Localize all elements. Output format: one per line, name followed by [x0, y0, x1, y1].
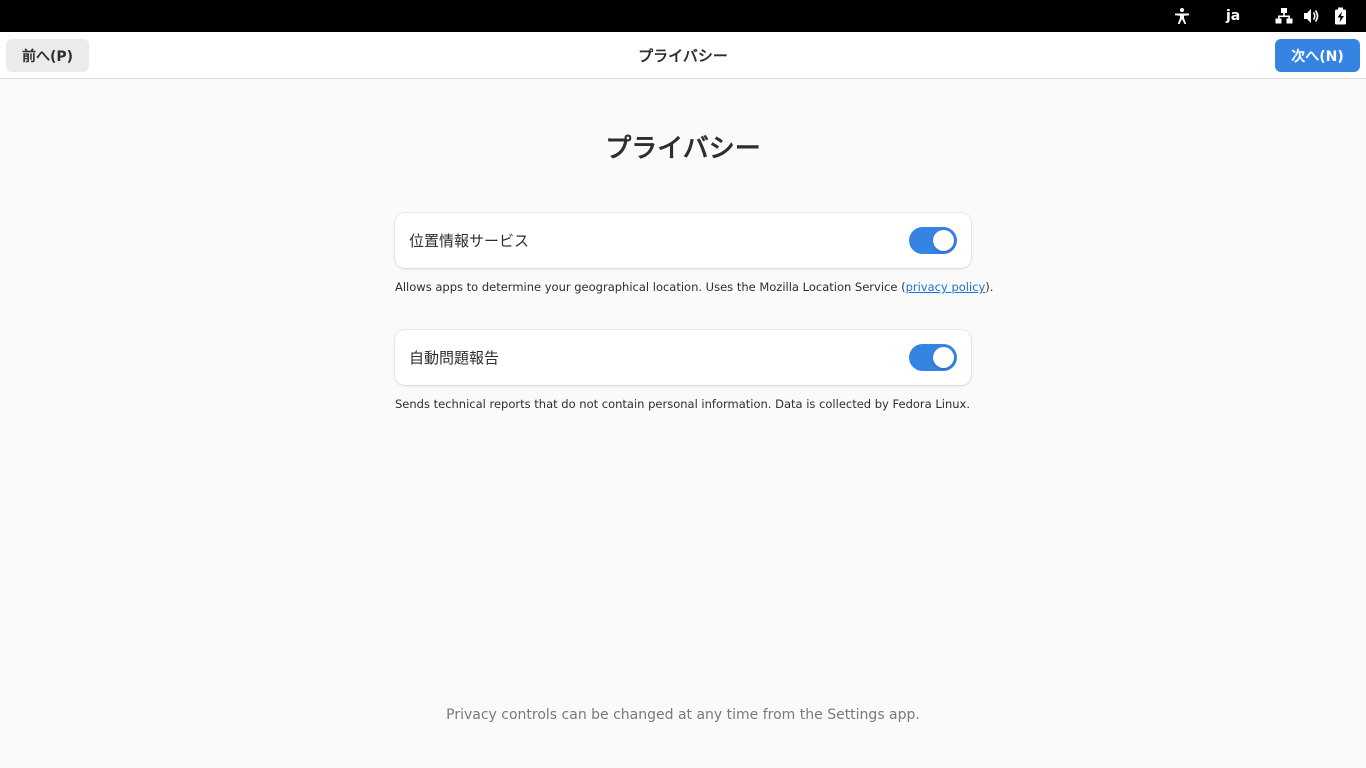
problem-reporting-toggle[interactable]	[909, 344, 957, 371]
accessibility-icon[interactable]	[1173, 0, 1191, 32]
toggle-knob	[933, 347, 954, 368]
battery-charging-icon[interactable]	[1333, 0, 1349, 32]
location-services-row: 位置情報サービス	[395, 213, 971, 268]
header-bar: 前へ(P) プライバシー 次へ(N)	[0, 32, 1366, 79]
previous-button[interactable]: 前へ(P)	[6, 39, 89, 72]
system-top-bar: ja	[0, 0, 1366, 32]
privacy-policy-link[interactable]: privacy policy	[906, 280, 986, 294]
speaker-volume-icon[interactable]	[1303, 0, 1321, 32]
header-title: プライバシー	[638, 47, 728, 65]
problem-reporting-row: 自動問題報告	[395, 330, 971, 385]
problem-reporting-label: 自動問題報告	[409, 349, 500, 367]
location-services-description: Allows apps to determine your geographic…	[395, 280, 995, 294]
location-services-label: 位置情報サービス	[409, 232, 530, 250]
page-title: プライバシー	[605, 134, 761, 164]
location-description-end: ).	[985, 280, 994, 294]
network-wired-icon[interactable]	[1275, 0, 1293, 32]
problem-reporting-description: Sends technical reports that do not cont…	[395, 397, 970, 411]
next-button[interactable]: 次へ(N)	[1275, 39, 1360, 72]
location-description-text: Allows apps to determine your geographic…	[395, 280, 906, 294]
input-language-indicator[interactable]: ja	[1226, 0, 1240, 32]
toggle-knob	[933, 230, 954, 251]
location-services-toggle[interactable]	[909, 227, 957, 254]
footer-note: Privacy controls can be changed at any t…	[446, 707, 920, 723]
